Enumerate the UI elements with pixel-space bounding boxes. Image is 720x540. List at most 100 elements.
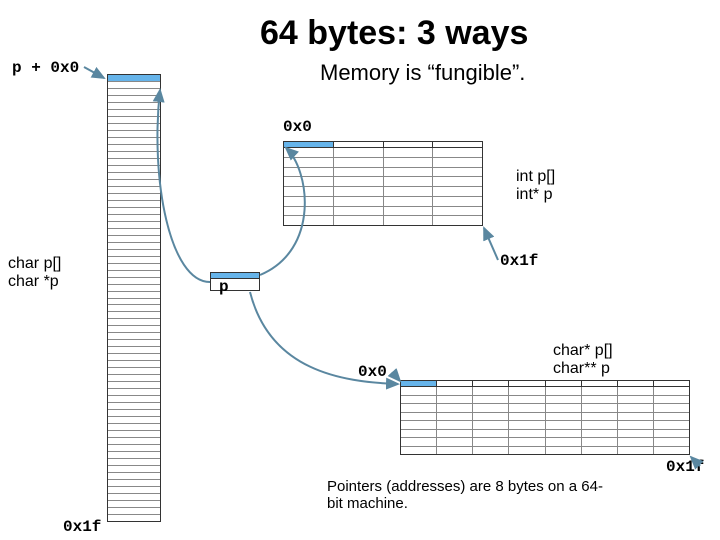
grid-cell — [334, 197, 384, 206]
char-byte-slot — [108, 326, 160, 333]
char-byte-slot — [108, 215, 160, 222]
grid-cell — [546, 387, 582, 395]
char-byte-slot — [108, 131, 160, 138]
grid-cell — [582, 447, 618, 455]
grid-row — [401, 396, 689, 405]
label-int-addr-top: 0x0 — [283, 118, 312, 136]
grid-cell — [509, 430, 545, 438]
grid-row — [401, 430, 689, 439]
char-byte-slot — [108, 515, 160, 521]
char-byte-slot — [108, 103, 160, 110]
grid-cell — [437, 430, 473, 438]
int-grid — [283, 141, 483, 226]
grid-header-cell — [582, 381, 618, 386]
grid-cell — [437, 413, 473, 421]
grid-header-cell — [284, 142, 334, 147]
char-byte-slot — [108, 138, 160, 145]
char-byte-slot — [108, 166, 160, 173]
grid-cell — [433, 148, 482, 157]
grid-row — [401, 387, 689, 396]
grid-cell — [433, 187, 482, 196]
grid-cell — [618, 413, 654, 421]
grid-cell — [509, 413, 545, 421]
char-byte-slot — [108, 117, 160, 124]
char-byte-slot — [108, 501, 160, 508]
grid-cell — [334, 148, 384, 157]
char-byte-slot — [108, 110, 160, 117]
grid-cell — [384, 207, 434, 216]
char-byte-slot — [108, 292, 160, 299]
char-byte-slot — [108, 173, 160, 180]
page-subtitle: Memory is “fungible”. — [320, 60, 525, 86]
grid-cell — [284, 158, 334, 167]
grid-cell — [509, 447, 545, 455]
char-byte-slot — [108, 257, 160, 264]
char-byte-slot — [108, 438, 160, 445]
char-byte-slot — [108, 264, 160, 271]
char-byte-slot — [108, 424, 160, 431]
label-char-decl-1: char p[] — [8, 255, 61, 273]
grid-row — [284, 197, 482, 207]
grid-cell — [437, 387, 473, 395]
char-byte-slot — [108, 124, 160, 131]
grid-row — [401, 413, 689, 422]
char-byte-slot — [108, 459, 160, 466]
grid-cell — [546, 447, 582, 455]
grid-cell — [509, 396, 545, 404]
grid-cell — [473, 413, 509, 421]
pointer-box-label: p — [219, 278, 229, 296]
char-byte-slot — [108, 208, 160, 215]
char-byte-slot — [108, 250, 160, 257]
char-byte-slot — [108, 333, 160, 340]
grid-cell — [509, 438, 545, 446]
label-ptr-addr-top: 0x0 — [358, 363, 387, 381]
char-byte-slot — [108, 285, 160, 292]
char-byte-slot — [108, 201, 160, 208]
pointer-size-note: Pointers (addresses) are 8 bytes on a 64… — [327, 478, 617, 512]
grid-cell — [437, 421, 473, 429]
grid-cell — [437, 438, 473, 446]
grid-cell — [433, 177, 482, 186]
grid-cell — [284, 197, 334, 206]
char-byte-slot — [108, 508, 160, 515]
char-byte-slot — [108, 361, 160, 368]
grid-cell — [473, 447, 509, 455]
grid-cell — [437, 404, 473, 412]
grid-cell — [546, 430, 582, 438]
page-title: 64 bytes: 3 ways — [260, 14, 528, 53]
grid-cell — [284, 177, 334, 186]
grid-row — [284, 158, 482, 168]
grid-cell — [334, 158, 384, 167]
label-ptr-decl-2: char** p — [553, 360, 613, 378]
grid-header-cell — [401, 381, 437, 386]
arrow-ptr-0x0 — [392, 372, 400, 381]
label-ptr-addr-bottom: 0x1f — [666, 458, 704, 476]
grid-cell — [546, 404, 582, 412]
char-byte-slot — [108, 278, 160, 285]
grid-row — [401, 404, 689, 413]
label-char-decl: char p[] char *p — [8, 255, 61, 291]
grid-header-cell — [654, 381, 689, 386]
grid-cell — [401, 421, 437, 429]
grid-row — [284, 207, 482, 217]
arrow-expr-to-char-top — [84, 67, 104, 78]
char-byte-slot — [108, 340, 160, 347]
grid-row — [284, 187, 482, 197]
grid-header-cell — [618, 381, 654, 386]
grid-cell — [473, 438, 509, 446]
grid-cell — [473, 421, 509, 429]
grid-cell — [618, 430, 654, 438]
pointer-box — [210, 272, 260, 291]
label-int-addr-bottom: 0x1f — [500, 252, 538, 270]
char-byte-slot — [108, 89, 160, 96]
char-byte-slot — [108, 403, 160, 410]
char-byte-slot — [108, 82, 160, 89]
arrow-int-0x1f — [484, 228, 498, 260]
grid-cell — [582, 421, 618, 429]
grid-cell — [334, 177, 384, 186]
char-byte-slot — [108, 368, 160, 375]
grid-cell — [384, 216, 434, 225]
grid-cell — [384, 148, 434, 157]
char-byte-slot — [108, 319, 160, 326]
char-byte-slot — [108, 187, 160, 194]
